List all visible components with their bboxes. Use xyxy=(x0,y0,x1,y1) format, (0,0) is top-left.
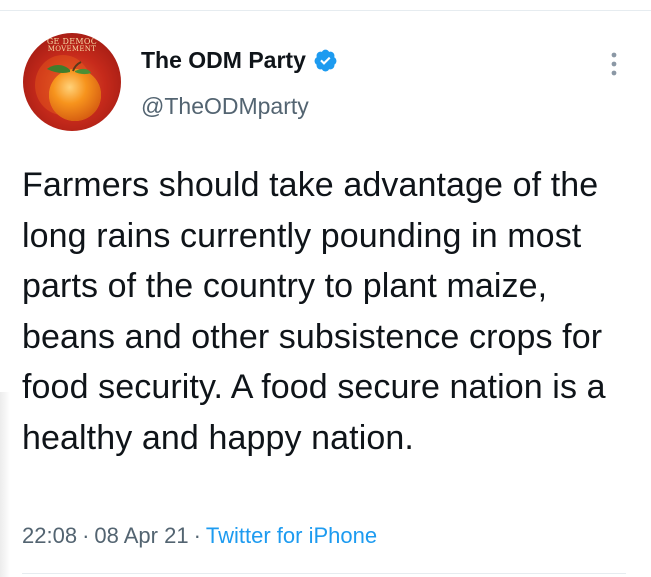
avatar[interactable]: GE DEMOC MOVEMENT xyxy=(23,33,121,131)
bottom-divider xyxy=(22,573,626,574)
more-vertical-icon[interactable] xyxy=(605,50,623,78)
tweet-text: Farmers should take advantage of the lon… xyxy=(22,166,606,457)
meta-separator: · xyxy=(193,523,201,548)
tweet-time[interactable]: 22:08 xyxy=(22,523,77,548)
tweet-source-link[interactable]: Twitter for iPhone xyxy=(206,523,377,548)
tweet-date[interactable]: 08 Apr 21 xyxy=(94,523,188,548)
verified-badge-icon xyxy=(314,49,337,71)
top-divider xyxy=(0,10,651,11)
display-name-text: The ODM Party xyxy=(141,47,306,73)
author-display-name[interactable]: The ODM Party xyxy=(141,45,338,75)
edge-shadow xyxy=(0,392,10,577)
meta-separator: · xyxy=(82,523,90,548)
tweet-meta: 22:08 · 08 Apr 21 · Twitter for iPhone xyxy=(22,521,377,551)
avatar-text-line2: MOVEMENT xyxy=(47,45,97,53)
author-handle[interactable]: @TheODMparty xyxy=(141,91,309,121)
